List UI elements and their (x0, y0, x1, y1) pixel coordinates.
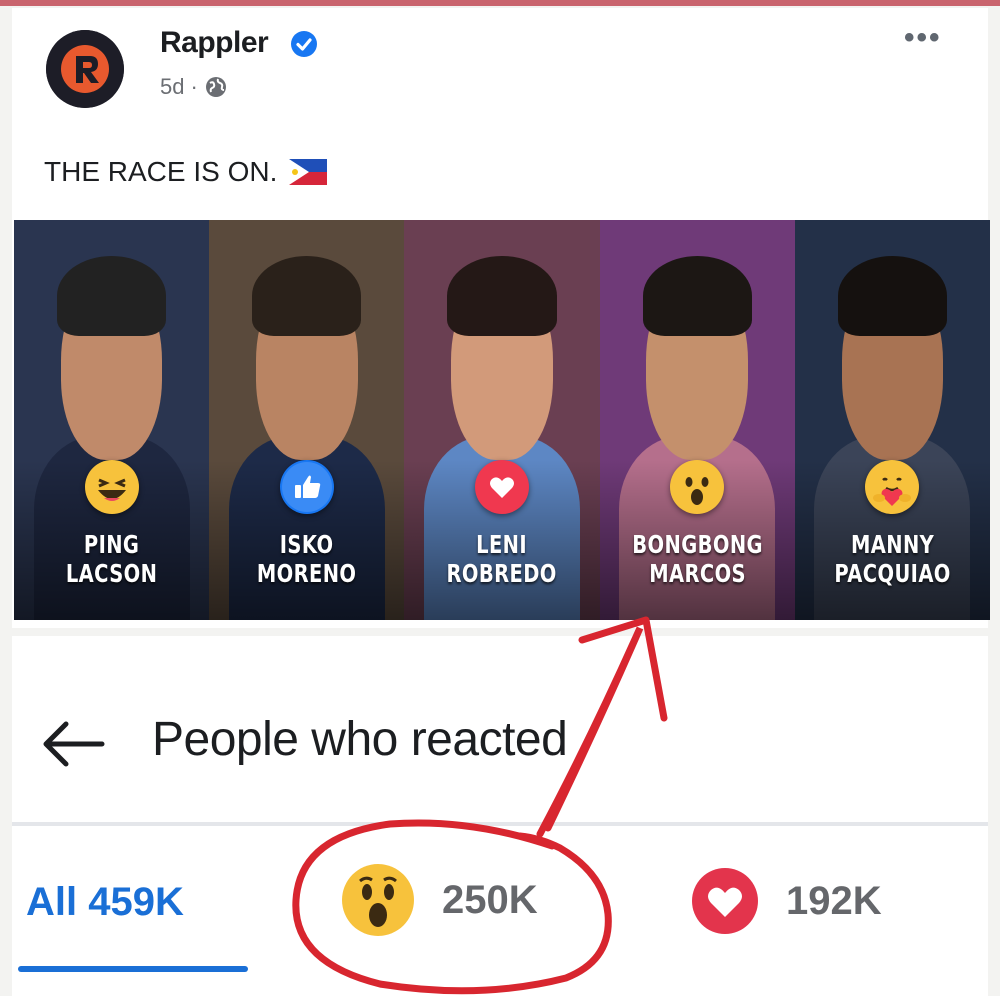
verified-badge-icon (291, 31, 317, 57)
care-icon (865, 460, 920, 514)
philippine-flag-icon (289, 159, 328, 185)
wow-icon (670, 460, 725, 514)
public-globe-icon (205, 77, 226, 97)
candidate-panel-robredo: LENI ROBREDO (404, 220, 600, 620)
candidate-name: PING LACSON (65, 530, 158, 588)
rappler-avatar[interactable] (46, 30, 124, 108)
page-name[interactable]: Rappler (160, 26, 269, 60)
reactions-panel (12, 636, 988, 996)
tab-all-reactions[interactable]: All 459K (26, 880, 184, 925)
post-caption: THE RACE IS ON. (44, 156, 328, 188)
selected-tab-indicator (18, 966, 248, 972)
meta-separator: · (190, 74, 198, 99)
love-icon (475, 460, 529, 514)
more-options-icon[interactable]: ••• (904, 23, 942, 53)
tabs-divider (12, 822, 988, 826)
haha-icon (84, 460, 139, 514)
candidate-name: MANNY PACQUIAO (834, 530, 951, 588)
tab-love-reactions[interactable]: 192K (690, 866, 882, 936)
candidate-panel-pacquiao: MANNY PACQUIAO (794, 220, 990, 620)
candidate-panel-marcos: BONGBONG MARCOS (599, 220, 795, 620)
candidate-name: LENI ROBREDO (446, 530, 558, 588)
candidate-name: BONGBONG MARCOS (631, 530, 763, 588)
reactions-title: People who reacted (152, 713, 568, 766)
candidate-panel-lacson: PING LACSON (14, 220, 210, 620)
candidate-name: ISKO MORENO (257, 530, 357, 588)
love-count: 192K (786, 878, 882, 923)
rappler-logo-icon (46, 30, 124, 108)
post-time[interactable]: 5d (160, 74, 184, 100)
love-icon (692, 868, 758, 934)
top-border (0, 0, 1000, 6)
post-meta: 5d · (160, 74, 228, 100)
caption-text: THE RACE IS ON. (44, 156, 278, 187)
back-arrow-icon[interactable] (40, 718, 106, 770)
tab-wow-reactions[interactable]: 250K (340, 862, 538, 938)
like-icon (279, 460, 334, 514)
candidate-panel-moreno: ISKO MORENO (209, 220, 405, 620)
post-image-banner[interactable]: PING LACSON ISKO MORENO LENI ROBREDO BON… (14, 220, 990, 620)
wow-icon (342, 864, 414, 936)
wow-count: 250K (442, 877, 538, 922)
